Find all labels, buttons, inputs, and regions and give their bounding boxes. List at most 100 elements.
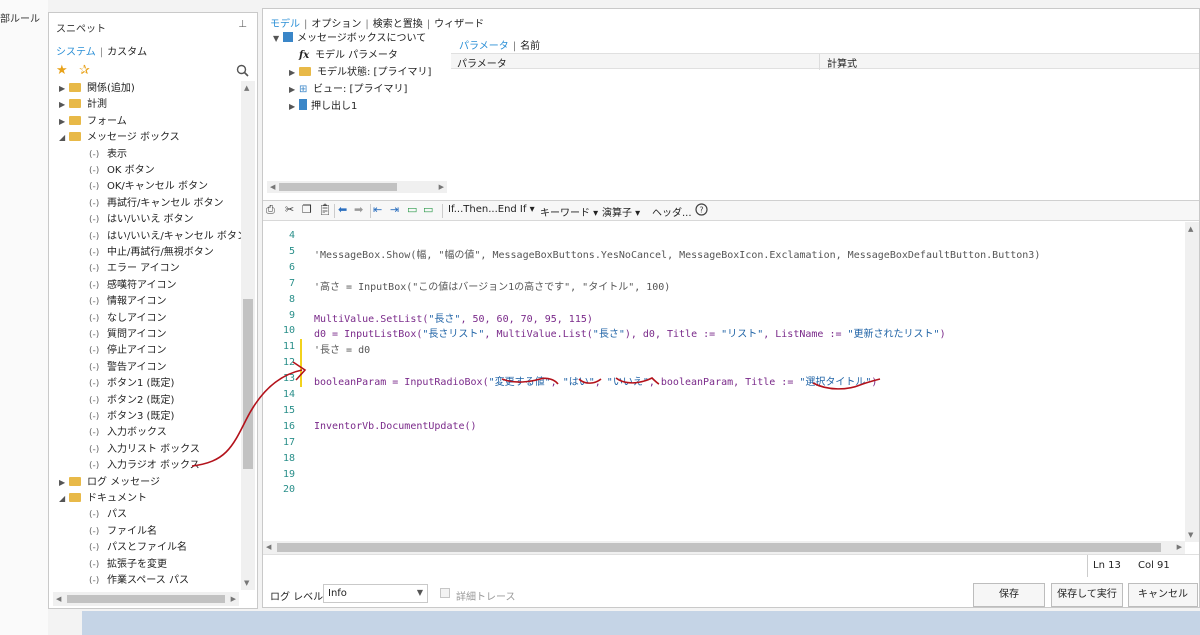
tab-system[interactable]: システム <box>56 47 96 58</box>
undo-icon[interactable]: ⬅ <box>338 203 347 216</box>
editor-horizontal-scroll-thumb[interactable] <box>277 543 1161 552</box>
chevron-down-icon[interactable]: ▼ <box>273 31 283 47</box>
print-icon[interactable]: ⎙ <box>266 203 275 217</box>
snippet-folder[interactable]: ▶ フォーム <box>59 114 127 130</box>
snippet-item[interactable]: (-) ボタン1 (既定) <box>89 376 174 392</box>
tab-model[interactable]: モデル <box>270 19 300 30</box>
keyword-dropdown[interactable]: キーワード ▾ <box>540 204 598 219</box>
comment-icon[interactable]: ▭ <box>407 203 417 216</box>
detailed-trace-checkbox[interactable] <box>440 588 450 598</box>
snippet-item[interactable]: (-) 感嘆符アイコン <box>89 278 177 294</box>
snippet-item[interactable]: (-) OK/キャンセル ボタン <box>89 179 208 195</box>
status-bar: Ln 13 Col 91 <box>263 554 1199 577</box>
outdent-icon[interactable]: ⇤ <box>373 203 382 216</box>
tab-custom[interactable]: カスタム <box>107 47 147 58</box>
favorites-star-icon[interactable]: ★ <box>56 63 68 78</box>
paste-icon[interactable]: 📋︎ <box>318 203 332 216</box>
code-line[interactable]: MultiValue.SetList("長さ", 50, 60, 70, 95,… <box>314 310 593 325</box>
add-favorite-icon[interactable]: ✰ <box>79 63 90 78</box>
model-tree-scroll-thumb[interactable] <box>279 183 397 191</box>
tab-options[interactable]: オプション <box>311 19 361 30</box>
cut-icon[interactable]: ✂ <box>285 203 294 216</box>
tab-search-replace[interactable]: 検索と置換 <box>373 19 423 30</box>
snippet-item[interactable]: (-) はい/いいえ ボタン <box>89 212 194 228</box>
code-line[interactable]: InventorVb.DocumentUpdate() <box>314 421 477 432</box>
chevron-right-icon[interactable]: ▶ <box>289 82 299 98</box>
snippet-folder[interactable]: ◢ メッセージ ボックス <box>59 130 180 146</box>
snippet-item[interactable]: (-) 表示 <box>89 147 127 163</box>
code-line[interactable]: booleanParam = InputRadioBox("変更する値", "は… <box>314 373 877 388</box>
snippet-vertical-scroll-thumb[interactable] <box>243 299 253 469</box>
save-and-run-button[interactable]: 保存して実行 <box>1051 583 1123 607</box>
editor-vertical-scrollbar[interactable]: ▲ ▼ <box>1185 222 1199 542</box>
operator-dropdown[interactable]: 演算子 ▾ <box>602 204 640 219</box>
code-line[interactable]: 'MessageBox.Show(幅, "幅の値", MessageBoxBut… <box>314 246 1040 261</box>
copy-icon[interactable]: ❐ <box>302 203 312 216</box>
snippet-item[interactable]: (-) 入力ボックス <box>89 425 167 441</box>
snippet-item[interactable]: (-) 再試行/キャンセル ボタン <box>89 196 224 212</box>
snippet-item[interactable]: (-) エラー アイコン <box>89 261 180 277</box>
snippet-horizontal-scroll-thumb[interactable] <box>67 595 225 603</box>
snippet-item[interactable]: (-) ボタン3 (既定) <box>89 409 174 425</box>
snippet-item[interactable]: (-) はい/いいえ/キャンセル ボタン <box>89 229 241 245</box>
pin-icon[interactable]: ⊥ <box>238 19 247 30</box>
chevron-right-icon[interactable]: ▶ <box>59 114 69 130</box>
code-line[interactable]: '長さ = d0 <box>314 341 370 356</box>
snippet-item[interactable]: (-) 作業スペース パス <box>89 573 189 589</box>
snippet-item[interactable]: (-) 停止アイコン <box>89 343 167 359</box>
model-tree-horizontal-scrollbar[interactable]: ◀ ▶ <box>267 181 447 193</box>
chevron-right-icon[interactable]: ▶ <box>59 475 69 491</box>
model-tree-node[interactable]: fx モデル パラメータ <box>289 48 398 64</box>
indent-icon[interactable]: ⇥ <box>390 203 399 216</box>
line-number: 4 <box>288 230 295 241</box>
snippet-folder[interactable]: ▶ 関係(追加) <box>59 81 135 97</box>
model-tree-node[interactable]: ▶ モデル状態: [プライマリ] <box>289 65 431 81</box>
snippet-item[interactable]: (-) 質問アイコン <box>89 327 167 343</box>
save-button[interactable]: 保存 <box>973 583 1045 607</box>
snippet-item[interactable]: (-) 情報アイコン <box>89 294 167 310</box>
code-line[interactable]: d0 = InputListBox("長さリスト", MultiValue.Li… <box>314 325 946 340</box>
snippet-item[interactable]: (-) パスとファイル名 <box>89 540 187 556</box>
model-tree-node[interactable]: ▶ 押し出し1 <box>289 99 357 115</box>
snippet-horizontal-scrollbar[interactable]: ◀ ▶ <box>53 592 239 606</box>
chevron-right-icon[interactable]: ▶ <box>289 99 299 115</box>
snippet-item[interactable]: (-) OK ボタン <box>89 163 155 179</box>
editor-horizontal-scrollbar[interactable]: ◀ ▶ <box>263 541 1185 554</box>
snippet-folder[interactable]: ▶ ログ メッセージ <box>59 475 160 491</box>
tab-parameters[interactable]: パラメータ <box>459 41 509 52</box>
tab-wizard[interactable]: ウィザード <box>434 19 484 30</box>
snippet-item[interactable]: (-) 入力ラジオ ボックス <box>89 458 200 474</box>
uncomment-icon[interactable]: ▭ <box>423 203 433 216</box>
model-tree-node[interactable]: ▶ ⊞ ビュー: [プライマリ] <box>289 82 407 98</box>
if-then-dropdown[interactable]: If...Then...End If ▾ <box>448 204 535 215</box>
snippet-item[interactable]: (-) 中止/再試行/無視ボタン <box>89 245 214 261</box>
column-header-formula[interactable]: 計算式 <box>827 55 857 70</box>
snippet-item[interactable]: (-) なしアイコン <box>89 311 167 327</box>
log-level-select[interactable]: Info ▼ <box>323 584 428 603</box>
chevron-right-icon[interactable]: ▶ <box>289 65 299 81</box>
snippet-vertical-scrollbar[interactable]: ▲ ▼ <box>241 81 255 590</box>
snippet-item[interactable]: (-) 警告アイコン <box>89 360 167 376</box>
chevron-down-icon[interactable]: ◢ <box>59 130 69 146</box>
chevron-down-icon[interactable]: ◢ <box>59 491 69 507</box>
chevron-right-icon[interactable]: ▶ <box>59 81 69 97</box>
cancel-button[interactable]: キャンセル <box>1128 583 1198 607</box>
redo-icon[interactable]: ➡ <box>354 203 363 216</box>
snippet-item[interactable]: (-) ボタン2 (既定) <box>89 393 174 409</box>
snippet-folder[interactable]: ▶ 計測 <box>59 97 107 113</box>
snippet-label: 感嘆符アイコン <box>107 279 177 291</box>
chevron-right-icon[interactable]: ▶ <box>59 97 69 113</box>
code-editor[interactable]: 4 5 6 7 8 9 10 11 12 13 14 15 16 17 18 19 20 'MessageBox… <box>263 222 1199 554</box>
snippet-item[interactable]: (-) 拡張子を変更 <box>89 557 167 573</box>
model-tree-node[interactable]: ▼ メッセージボックスについて <box>273 31 426 47</box>
help-icon[interactable]: ? <box>695 203 708 219</box>
column-header-parameter[interactable]: パラメータ <box>457 55 507 70</box>
snippet-folder[interactable]: ◢ ドキュメント <box>59 491 147 507</box>
snippet-item[interactable]: (-) ファイル名 <box>89 524 157 540</box>
header-dropdown[interactable]: ヘッダ... <box>652 204 692 219</box>
tab-names[interactable]: 名前 <box>520 41 540 52</box>
snippet-item[interactable]: (-) パス <box>89 507 127 523</box>
code-line[interactable]: '高さ = InputBox("この値はバージョン1の高さです", "タイトル"… <box>314 278 670 293</box>
search-icon[interactable] <box>236 64 249 80</box>
snippet-item[interactable]: (-) 入力リスト ボックス <box>89 442 200 458</box>
